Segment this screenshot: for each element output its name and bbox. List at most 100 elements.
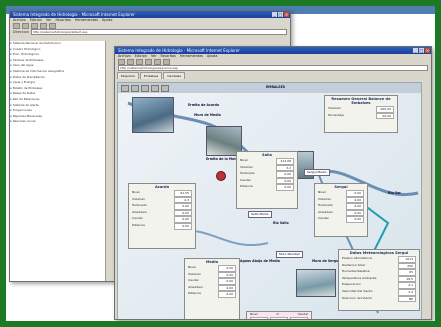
sallo-river-label: Rio Sallo — [273, 221, 289, 225]
scheme-button[interactable] — [141, 85, 149, 92]
alert-marker-icon[interactable] — [216, 171, 226, 181]
muro-mendivil-tag[interactable]: Muro Mendivil — [276, 251, 303, 258]
menu-item[interactable]: Favoritos — [56, 18, 71, 23]
datos-meteo-panel: Datos Meteorologicos Sergui Presion Atmos… — [338, 249, 420, 311]
field-value: 0.00 — [174, 203, 192, 210]
field-value: 0.00 — [218, 284, 236, 292]
back-address-input[interactable]: http://sistema/hidrologia/default.asp — [30, 29, 287, 35]
front-title-text: Sistema Integrado de Hidrologia - Micros… — [118, 48, 240, 53]
back-address-bar: Direccion http://sistema/hidrologia/defau… — [10, 29, 290, 35]
panel-row: Volumen 2.3 — [129, 196, 195, 204]
field-label: Caudal — [188, 278, 199, 283]
sallo-panel: Sallo Nivel 212.08 Volumen 3.2 Turbinado 0.00 C… — [236, 151, 298, 209]
panel-row: Caudal 0.00 — [129, 216, 195, 223]
panel-row: Velocidad del Viento 3.4 — [339, 288, 419, 296]
field-value: 0.00 — [174, 216, 192, 223]
field-value: 00.00 — [376, 112, 394, 120]
field-label: Aliviadero — [318, 209, 333, 214]
field-value: 250 — [398, 262, 416, 270]
tab[interactable]: Esquema — [117, 72, 139, 79]
panel-row: Humedad Relativa 65 — [339, 269, 419, 276]
menu-item[interactable]: Ayuda — [102, 18, 112, 23]
address-label: Direccion — [13, 30, 29, 34]
hydro-scheme: EMBALSES Ermita de Acarda Muro de Medio … — [117, 82, 422, 319]
panel-row: Aliviadero 0.00 — [129, 209, 195, 217]
field-value: 0.00 — [218, 265, 236, 272]
field-label: Turbinado — [240, 171, 255, 176]
embalses-heading: EMBALSES — [266, 85, 286, 89]
field-value: 0.00 — [346, 203, 364, 210]
back-title-text: Sistema Integrado de Hidrologia - Micros… — [13, 12, 135, 17]
scheme-tabs: Esquema Embalses Caudales — [117, 72, 186, 79]
sergui-medio-tag[interactable]: Sergui Medio — [304, 169, 330, 176]
field-value: 0.00 — [218, 291, 236, 298]
forward-icon[interactable] — [22, 23, 29, 29]
scheme-button[interactable] — [131, 85, 139, 92]
panel-title: Resumen General Balance de Embalses — [331, 97, 391, 105]
close-button[interactable]: × — [284, 12, 289, 17]
field-label: Potencia — [188, 291, 201, 296]
field-label: Potencia — [240, 184, 253, 189]
scheme-button[interactable] — [121, 85, 129, 92]
minimize-button[interactable]: _ — [413, 48, 418, 53]
front-address-bar: http://sistema/hidrologia/esquema.asp — [115, 65, 431, 71]
field-label: Radiacion Solar — [342, 262, 366, 267]
menu-item[interactable]: Herramientas — [75, 18, 98, 23]
panel-row: Turbinado 0.00 — [315, 203, 367, 210]
menu-item[interactable]: Herramientas — [180, 54, 203, 59]
river-photo[interactable] — [296, 269, 336, 297]
tree-item[interactable]: Resumen Anual — [10, 119, 105, 125]
field-label: Caudal — [132, 216, 143, 221]
field-value: 2.3 — [174, 196, 192, 204]
field-value: 3.4 — [398, 288, 416, 296]
panel-row: Aliviadero 0.00 — [315, 209, 367, 217]
field-value: 0.00 — [276, 177, 294, 185]
sergui-river-label: Rio Ser — [388, 191, 401, 195]
panel-row: Caudal 0.00 — [185, 278, 239, 285]
field-label: Volumen — [240, 164, 254, 169]
front-browser-window[interactable]: Sistema Integrado de Hidrologia - Micros… — [114, 46, 432, 320]
field-label: Volumen — [132, 196, 146, 201]
field-label: Caudal — [318, 216, 329, 221]
field-label: Volumen — [318, 196, 332, 201]
aguas-label: Aguas Abajo de Medio — [240, 259, 280, 263]
scheme-button[interactable] — [151, 85, 159, 92]
menu-item[interactable]: Ayuda — [207, 54, 217, 59]
panel-row: Caudal 0.00 — [315, 216, 367, 223]
acarda-label: Ermita de Acarda — [188, 103, 220, 107]
back-icon[interactable] — [13, 23, 20, 29]
field-value: 0.00 — [276, 184, 294, 191]
panel-row: Presion Atmosferica 1013 — [339, 256, 419, 263]
field-label: Aliviadero — [188, 284, 203, 289]
field-label: Volumen — [188, 271, 202, 276]
panel-row: Volumen 0.00 — [315, 196, 367, 204]
maximize-button[interactable]: □ — [419, 48, 424, 53]
field-label: Caudal — [240, 177, 251, 182]
footer-value: 000.0 — [250, 316, 268, 319]
field-value: 0.00 — [174, 209, 192, 217]
minimize-button[interactable]: _ — [272, 12, 277, 17]
screenshot-frame: Sistema Integrado de Hidrologia - Micros… — [6, 6, 435, 321]
panel-row: Nivel 61.55 — [129, 190, 195, 197]
scheme-button[interactable] — [161, 85, 169, 92]
panel-row: Potencia 0.00 — [129, 222, 195, 230]
salto-medio-tag[interactable]: Salto Medio — [248, 211, 272, 218]
front-address-input[interactable]: http://sistema/hidrologia/esquema.asp — [118, 65, 428, 71]
muro-label: Muro de Medio — [194, 113, 221, 117]
panel-row: Evaporacion 2.1 — [339, 282, 419, 289]
reservoir-photo[interactable] — [132, 97, 174, 133]
field-label: Porcentaje — [328, 112, 344, 117]
scheme-buttons — [121, 85, 169, 92]
maximize-button[interactable]: □ — [278, 12, 283, 17]
tab[interactable]: Caudales — [163, 72, 186, 79]
field-value: NE — [398, 295, 416, 303]
field-label: Aliviadero — [132, 209, 147, 214]
tab[interactable]: Embalses — [139, 72, 163, 79]
field-value: 61.55 — [174, 190, 192, 197]
field-label: Velocidad del Viento — [342, 288, 373, 293]
panel-row: Volumen 000.00 — [325, 106, 397, 113]
close-button[interactable]: × — [425, 48, 430, 53]
footer-value-row: 000.0 00.0 Cerrado — [247, 316, 311, 319]
field-value: 212.08 — [276, 158, 294, 165]
field-value: 18.5 — [398, 275, 416, 283]
